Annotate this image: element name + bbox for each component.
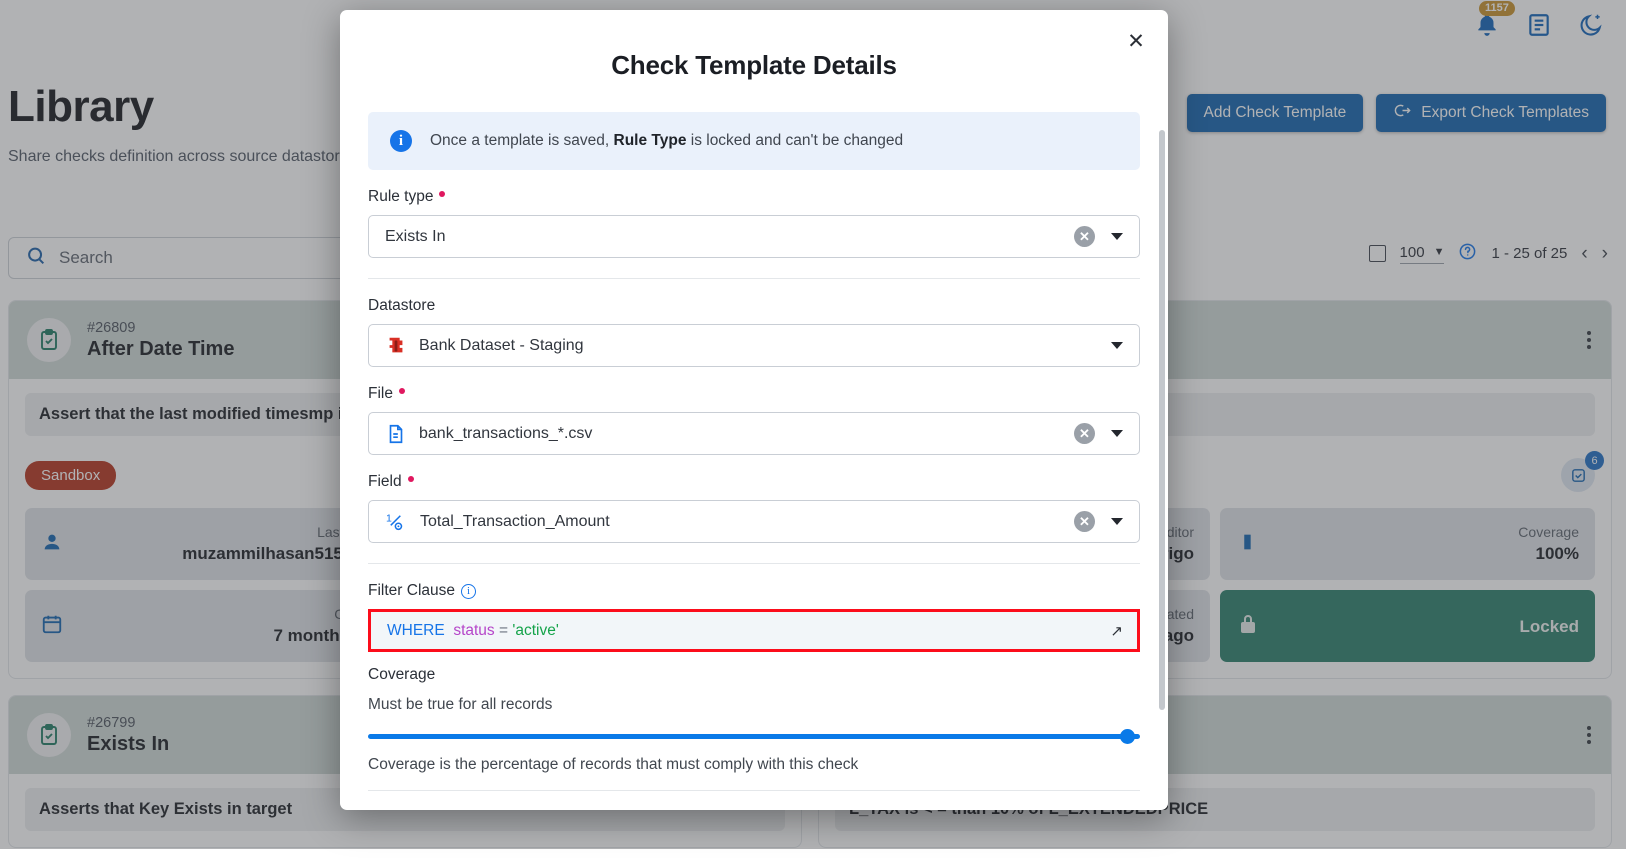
filter-clause-label: Filter Clause: [368, 582, 455, 600]
clear-icon[interactable]: ✕: [1074, 226, 1095, 247]
info-banner-bold: Rule Type: [614, 132, 687, 149]
tags-label: Tags: [768, 809, 801, 810]
filter-clause-editor[interactable]: WHERE status = 'active' ↗: [368, 609, 1140, 652]
check-template-details-dialog: ✕ Check Template Details i Once a templa…: [340, 10, 1168, 810]
sql-operator: =: [499, 622, 508, 640]
description-label-row: Description: [368, 809, 740, 810]
info-banner-text: Once a template is saved, Rule Type is l…: [430, 132, 903, 150]
dialog-body: i Once a template is saved, Rule Type is…: [340, 102, 1168, 810]
coverage-label-row: Coverage: [368, 666, 1140, 684]
file-label-row: File: [368, 385, 1140, 403]
slider-track: [368, 734, 1140, 739]
file-label: File: [368, 385, 393, 403]
info-banner: i Once a template is saved, Rule Type is…: [368, 112, 1140, 170]
coverage-slider[interactable]: [368, 726, 1140, 748]
coverage-group: Coverage Must be true for all records Co…: [368, 652, 1140, 774]
expand-icon[interactable]: ↗: [1110, 622, 1123, 640]
slider-thumb[interactable]: [1120, 729, 1135, 744]
file-icon: [385, 423, 407, 445]
clear-icon[interactable]: ✕: [1074, 511, 1095, 532]
chevron-down-icon[interactable]: [1111, 518, 1123, 525]
required-indicator: [408, 476, 414, 482]
filter-clause-label-row: Filter Clause i: [368, 582, 1140, 600]
required-indicator: [439, 191, 445, 197]
datastore-icon: [385, 335, 407, 357]
datastore-select[interactable]: Bank Dataset - Staging: [368, 324, 1140, 367]
clear-icon[interactable]: ✕: [1074, 423, 1095, 444]
description-label: Description: [368, 809, 446, 810]
rule-type-group: Rule type Exists In ✕: [368, 170, 1140, 258]
tags-label-row: Tags: [768, 809, 1140, 810]
rule-type-label: Rule type: [368, 188, 433, 206]
file-group: File bank_transactions_*.csv ✕: [368, 367, 1140, 455]
coverage-label: Coverage: [368, 666, 435, 684]
info-icon[interactable]: i: [461, 584, 476, 599]
field-select[interactable]: 1 Total_Transaction_Amount ✕: [368, 500, 1140, 543]
rule-type-label-row: Rule type: [368, 188, 1140, 206]
coverage-note: Must be true for all records: [368, 696, 1140, 714]
info-banner-suffix: is locked and can't be changed: [686, 132, 903, 149]
coverage-help-text: Coverage is the percentage of records th…: [368, 756, 1140, 774]
field-label-row: Field: [368, 473, 1140, 491]
datastore-label-row: Datastore: [368, 297, 1140, 315]
field-group: Field 1 Total_Transaction_Amount ✕: [368, 455, 1140, 543]
description-group: Description: [368, 809, 740, 810]
file-select[interactable]: bank_transactions_*.csv ✕: [368, 412, 1140, 455]
tags-group: Tags: [768, 809, 1140, 810]
rule-type-select[interactable]: Exists In ✕: [368, 215, 1140, 258]
chevron-down-icon[interactable]: [1111, 342, 1123, 349]
sql-column: status: [453, 622, 494, 640]
info-banner-prefix: Once a template is saved,: [430, 132, 614, 149]
required-indicator: [399, 388, 405, 394]
filter-clause-group: Filter Clause i WHERE status = 'active' …: [368, 564, 1140, 652]
fraction-icon: 1: [385, 510, 408, 533]
description-tags-row: Description Tags: [368, 791, 1140, 810]
field-value: Total_Transaction_Amount: [420, 513, 1062, 531]
chevron-down-icon[interactable]: [1111, 233, 1123, 240]
dialog-scrollbar[interactable]: [1159, 130, 1165, 710]
datastore-label: Datastore: [368, 297, 435, 315]
datastore-value: Bank Dataset - Staging: [419, 337, 1095, 355]
file-value: bank_transactions_*.csv: [419, 425, 1062, 443]
sql-keyword: WHERE: [387, 622, 445, 640]
chevron-down-icon[interactable]: [1111, 430, 1123, 437]
rule-type-value: Exists In: [385, 228, 1062, 246]
close-icon[interactable]: ✕: [1122, 27, 1150, 55]
field-label: Field: [368, 473, 402, 491]
sql-literal: 'active': [512, 622, 558, 640]
svg-text:1: 1: [386, 513, 392, 525]
datastore-group: Datastore Bank Dataset - Staging: [368, 279, 1140, 367]
info-icon: i: [390, 130, 412, 152]
dialog-title: Check Template Details: [340, 10, 1168, 81]
